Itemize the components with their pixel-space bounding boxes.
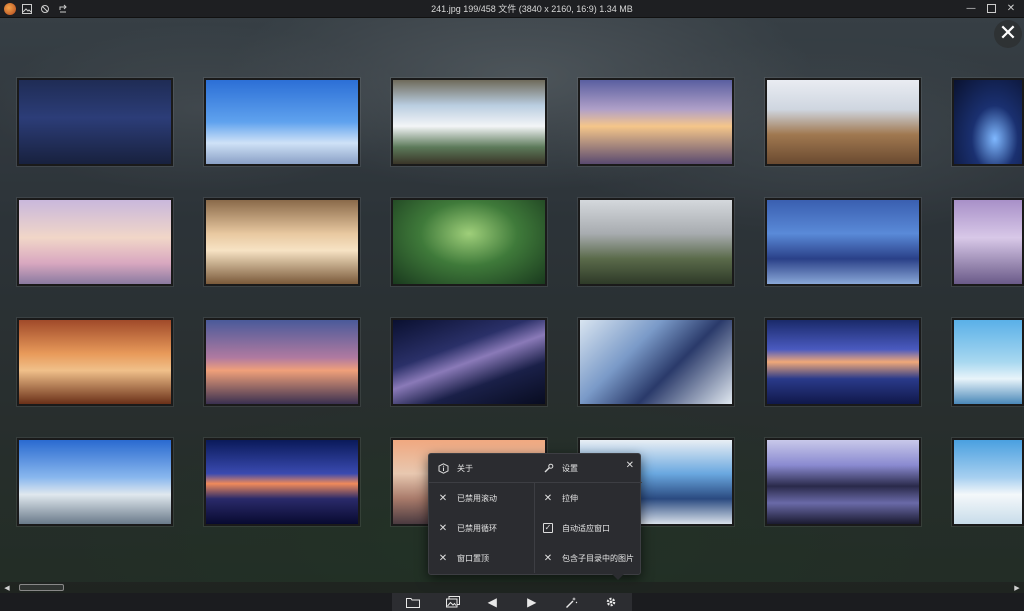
scroll-left-icon[interactable]: ◀ (0, 582, 14, 593)
toggle-loop-label: 已禁用循环 (457, 523, 497, 533)
about-label: 关于 (457, 463, 473, 473)
thumbnail-image (954, 440, 1022, 524)
toggle-scroll[interactable]: ✕ 已禁用滚动 (429, 485, 534, 511)
app-icon[interactable] (4, 2, 16, 15)
thumbnail-image (580, 80, 732, 164)
wrench-icon (542, 462, 554, 474)
horizontal-scrollbar[interactable]: ◀ ▶ (0, 582, 1024, 593)
thumbnail-image (954, 320, 1022, 404)
toggle-stretch[interactable]: ✕ 拉伸 (534, 485, 642, 511)
about-item[interactable]: 关于 (429, 455, 534, 481)
minimize-icon[interactable]: — (964, 2, 978, 16)
thumbnail-purple-room[interactable] (952, 198, 1024, 286)
gallery-icon[interactable] (442, 594, 464, 610)
cross-icon: ✕ (438, 552, 448, 564)
thumbnail-sky-ruins[interactable] (204, 78, 360, 166)
next-icon[interactable]: ▶ (521, 594, 543, 610)
titlebar-tools (0, 2, 110, 16)
toggle-stretch-label: 拉伸 (562, 493, 578, 503)
toggle-on-top-label: 窗口置顶 (457, 553, 489, 563)
thumbnail-night-street[interactable] (765, 198, 921, 286)
thumbnail-girl-window[interactable] (391, 78, 547, 166)
thumbnail-sunset-clouds[interactable] (204, 318, 360, 406)
info-shield-icon (437, 462, 449, 474)
thumbnail-clouds-sky[interactable] (952, 438, 1024, 526)
toggle-subdirs[interactable]: ✕ 包含子目录中的图片 (534, 545, 642, 571)
window-controls: — ✕ (954, 2, 1024, 16)
thumbnail-anime-city[interactable] (578, 318, 734, 406)
thumbnail-galaxy[interactable] (391, 318, 547, 406)
window-title: 241.jpg 199/458 文件 (3840 x 2160, 16:9) 1… (431, 4, 633, 14)
thumbnail-image (206, 320, 358, 404)
thumbnail-image (767, 80, 919, 164)
close-icon[interactable]: ✕ (1004, 2, 1018, 16)
toolbar-buttons: ◀ ▶ (392, 593, 632, 611)
settings-item[interactable]: 设置 (534, 455, 624, 481)
gear-icon[interactable] (600, 594, 622, 610)
thumbnail-warm-room[interactable] (17, 318, 173, 406)
checkbox-checked-icon: ✓ (543, 523, 553, 533)
cross-icon: ✕ (438, 492, 448, 504)
thumbnail-forest[interactable] (391, 198, 547, 286)
settings-label: 设置 (562, 463, 578, 473)
thumbnail-image (19, 80, 171, 164)
thumbnail-image (393, 200, 545, 284)
prev-icon[interactable]: ◀ (481, 594, 503, 610)
thumbnail-image (19, 200, 171, 284)
image-icon[interactable] (20, 2, 34, 16)
scroll-right-icon[interactable]: ▶ (1010, 582, 1024, 593)
toggle-scroll-label: 已禁用滚动 (457, 493, 497, 503)
refresh-icon[interactable] (38, 2, 52, 16)
thumbnail-image (206, 440, 358, 524)
scroll-thumb[interactable] (19, 584, 64, 591)
magic-wand-icon[interactable] (560, 594, 582, 610)
maximize-icon[interactable] (984, 2, 998, 16)
toggle-on-top[interactable]: ✕ 窗口置顶 (429, 545, 534, 571)
popup-divider (429, 482, 642, 483)
bottom-toolbar: ◀ ▶ (0, 593, 1024, 611)
thumbnail-classroom-day[interactable] (765, 78, 921, 166)
popup-close-icon[interactable]: ✕ (626, 460, 634, 471)
toggle-loop[interactable]: ✕ 已禁用循环 (429, 515, 534, 541)
toggle-subdirs-label: 包含子目录中的图片 (562, 553, 634, 563)
thumbnail-ocean-day[interactable] (952, 318, 1024, 406)
thumbnail-image (954, 80, 1022, 164)
thumbnail-image (393, 320, 545, 404)
toggle-auto-fit[interactable]: ✓ 自动适应窗口 (534, 515, 642, 541)
scroll-track[interactable] (14, 582, 1010, 593)
thumbnail-rice-field-sunset[interactable] (204, 438, 360, 526)
thumbnail-image (954, 200, 1022, 284)
thumbnail-image (580, 320, 732, 404)
thumbnail-classroom-sunset[interactable] (578, 78, 734, 166)
thumbnail-rooftop-day[interactable] (17, 438, 173, 526)
thumbnail-pastel-room[interactable] (17, 198, 173, 286)
cross-icon: ✕ (543, 552, 553, 564)
settings-popup: 关于 设置 ✕ ✕ 已禁用滚动 ✕ 拉伸 ✕ 已禁用循环 ✓ 自动适应窗口 ✕ … (428, 453, 642, 580)
title-bar: 241.jpg 199/458 文件 (3840 x 2160, 16:9) 1… (0, 0, 1024, 18)
thumbnail-japanese-room[interactable] (204, 198, 360, 286)
thumbnail-image (19, 440, 171, 524)
thumbnail-image (767, 320, 919, 404)
thumbnail-image (580, 200, 732, 284)
thumbnail-mountain-lake[interactable] (765, 438, 921, 526)
thumbnail-reflection-sunset[interactable] (765, 318, 921, 406)
thumbnail-night-bedroom[interactable] (17, 78, 173, 166)
thumbnail-night-sky[interactable] (952, 78, 1024, 166)
thumbnail-hill-city[interactable] (578, 198, 734, 286)
cross-icon: ✕ (543, 492, 553, 504)
flip-icon[interactable] (56, 2, 70, 16)
thumbnail-image (393, 80, 545, 164)
thumbnail-image (206, 80, 358, 164)
folder-icon[interactable] (402, 594, 424, 610)
cross-icon: ✕ (438, 522, 448, 534)
thumbnail-image (767, 440, 919, 524)
thumbnail-image (206, 200, 358, 284)
thumbnail-image (767, 200, 919, 284)
toggle-auto-fit-label: 自动适应窗口 (562, 523, 610, 533)
thumbnail-image (19, 320, 171, 404)
close-gallery-icon[interactable]: ✕ (994, 20, 1022, 48)
